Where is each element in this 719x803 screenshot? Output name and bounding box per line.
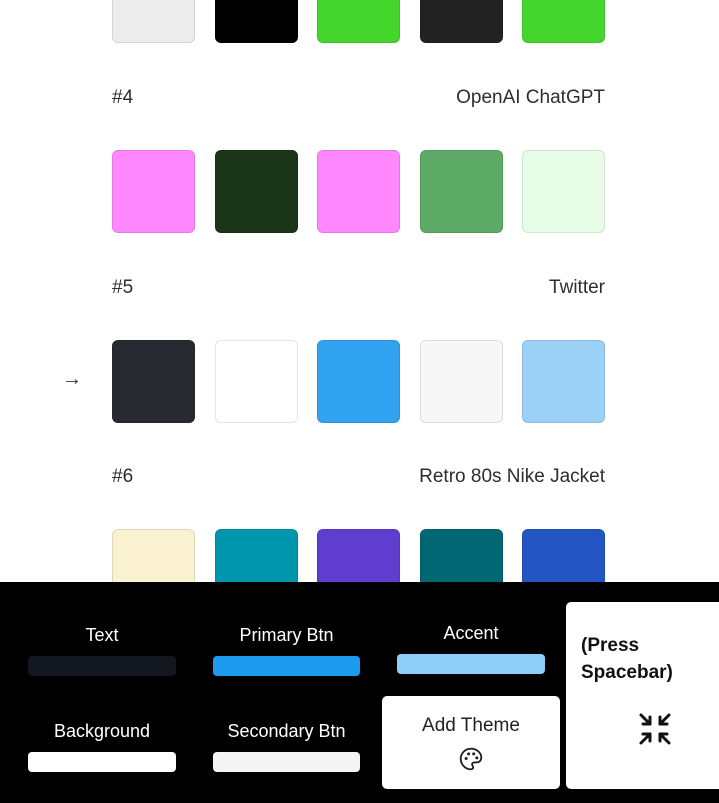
theme-swatch[interactable] — [215, 340, 298, 423]
theme-swatch[interactable] — [420, 340, 503, 423]
theme-swatch[interactable] — [215, 0, 298, 43]
theme-swatch[interactable] — [112, 0, 195, 43]
add-theme-label: Add Theme — [422, 715, 520, 736]
add-theme-button[interactable]: Add Theme — [382, 696, 560, 789]
text-color-label: Text — [85, 625, 119, 645]
theme-swatch[interactable] — [112, 340, 195, 423]
theme-name: Retro 80s Nike Jacket — [419, 466, 605, 487]
randomize-button[interactable]: (Press Spacebar) — [566, 602, 719, 789]
theme-swatch[interactable] — [522, 150, 605, 233]
theme-swatch[interactable] — [420, 0, 503, 43]
primary-btn-label: Primary Btn — [239, 625, 334, 645]
theme-number: #4 — [112, 87, 134, 108]
secondary-btn-label: Secondary Btn — [227, 721, 346, 741]
current-theme-arrow-icon: → — [62, 368, 82, 390]
theme-swatch[interactable] — [420, 150, 503, 233]
theme-name: OpenAI ChatGPT — [456, 87, 605, 108]
secondary-btn-swatch[interactable] — [213, 752, 360, 772]
theme-swatch[interactable] — [317, 0, 400, 43]
theme-swatch[interactable] — [112, 150, 195, 233]
primary-btn-swatch[interactable] — [213, 656, 360, 676]
accent-label: Accent — [443, 623, 499, 643]
theme-number: #6 — [112, 466, 134, 487]
background-label: Background — [53, 721, 151, 741]
background-swatch[interactable] — [28, 752, 176, 772]
palette-icon — [459, 747, 483, 771]
text-color-swatch[interactable] — [28, 656, 176, 676]
theme-swatch[interactable] — [522, 0, 605, 43]
theme-name: Twitter — [549, 277, 605, 298]
theme-swatch[interactable] — [317, 150, 400, 233]
shuffle-arrows-icon — [639, 713, 671, 745]
spacebar-hint: (Press Spacebar) — [581, 635, 673, 683]
accent-swatch[interactable] — [397, 654, 545, 674]
theme-swatch[interactable] — [317, 340, 400, 423]
theme-swatch[interactable] — [215, 150, 298, 233]
theme-swatch[interactable] — [522, 340, 605, 423]
theme-number: #5 — [112, 277, 134, 298]
